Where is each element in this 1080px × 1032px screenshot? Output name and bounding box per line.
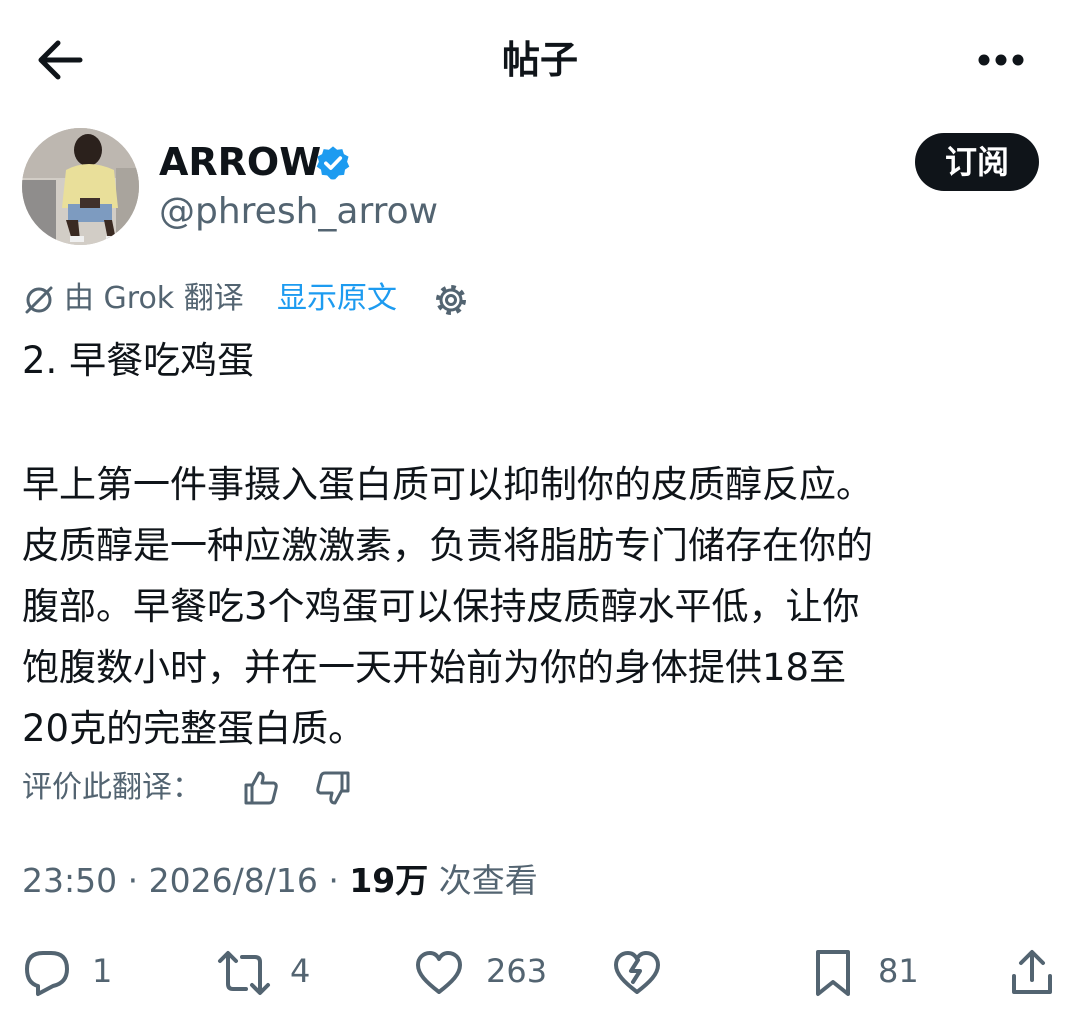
avatar[interactable] <box>22 128 139 245</box>
action-bar: 1 4 263 81 <box>0 940 1080 1004</box>
post-detail-page: 帖子 ARROW @phresh_arrow 订阅 由 Grok 翻译 显示原文… <box>0 0 1080 1032</box>
meta-separator: · <box>127 861 139 900</box>
avatar-photo <box>22 128 139 245</box>
post-text-line: 早上第一件事摄入蛋白质可以抑制你的皮质醇反应。 <box>22 463 873 506</box>
reply-button[interactable]: 1 <box>22 940 132 1004</box>
thumbs-down-button[interactable] <box>314 769 352 807</box>
dislike-button[interactable] <box>612 940 662 1004</box>
views-count[interactable]: 19万 <box>349 861 428 900</box>
post-text: 早上第一件事摄入蛋白质可以抑制你的皮质醇反应。 皮质醇是一种应激激素，负责将脂肪… <box>22 454 1062 759</box>
thumbs-up-icon <box>244 771 278 805</box>
post-heading: 2. 早餐吃鸡蛋 <box>22 339 255 382</box>
more-horizontal-icon <box>978 54 1024 66</box>
bookmark-button[interactable]: 81 <box>812 940 922 1004</box>
heart-icon <box>416 951 462 994</box>
translation-settings-button[interactable] <box>433 282 469 318</box>
post-text-line: 饱腹数小时，并在一天开始前为你的身体提供18至 <box>22 646 847 689</box>
user-handle[interactable]: @phresh_arrow <box>159 188 438 236</box>
page-title: 帖子 <box>501 38 578 82</box>
grok-icon <box>25 286 53 314</box>
like-button[interactable]: 263 <box>414 940 564 1004</box>
rate-translation-label: 评价此翻译： <box>22 770 202 805</box>
meta-separator: · <box>328 861 339 900</box>
translated-by-label: 由 Grok 翻译 <box>64 281 244 316</box>
bookmark-count: 81 <box>878 952 919 990</box>
thumbs-up-button[interactable] <box>242 769 280 807</box>
share-button[interactable] <box>1010 940 1054 1004</box>
post-meta: 23:50 · 2026/8/16 · 19万 次查看 <box>22 856 538 906</box>
post-time: 23:50 <box>22 861 118 900</box>
views-label: 次查看 <box>438 861 538 900</box>
repost-count: 4 <box>290 952 311 990</box>
show-original-link[interactable]: 显示原文 <box>277 274 397 324</box>
subscribe-button[interactable]: 订阅 <box>915 133 1039 191</box>
verified-badge-icon <box>316 146 350 180</box>
top-bar: 帖子 <box>0 0 1080 120</box>
reply-count: 1 <box>92 952 113 990</box>
bookmark-icon <box>816 950 850 996</box>
more-options-button[interactable] <box>970 38 1034 82</box>
display-name[interactable]: ARROW <box>159 138 321 186</box>
broken-heart-icon <box>614 951 660 994</box>
post-text-line: 腹部。早餐吃3个鸡蛋可以保持皮质醇水平低，让你 <box>22 585 860 628</box>
gear-icon <box>436 285 466 315</box>
like-count: 263 <box>486 952 548 990</box>
repost-button[interactable]: 4 <box>216 940 326 1004</box>
post-text-line: 皮质醇是一种应激激素，负责将脂肪专门储存在你的 <box>22 524 873 567</box>
post-date: 2026/8/16 <box>148 861 318 900</box>
reply-icon <box>25 951 69 996</box>
repost-icon <box>218 951 270 995</box>
thumbs-down-icon <box>316 771 350 805</box>
post-text-line: 20克的完整蛋白质。 <box>22 707 366 750</box>
share-icon <box>1012 950 1052 994</box>
